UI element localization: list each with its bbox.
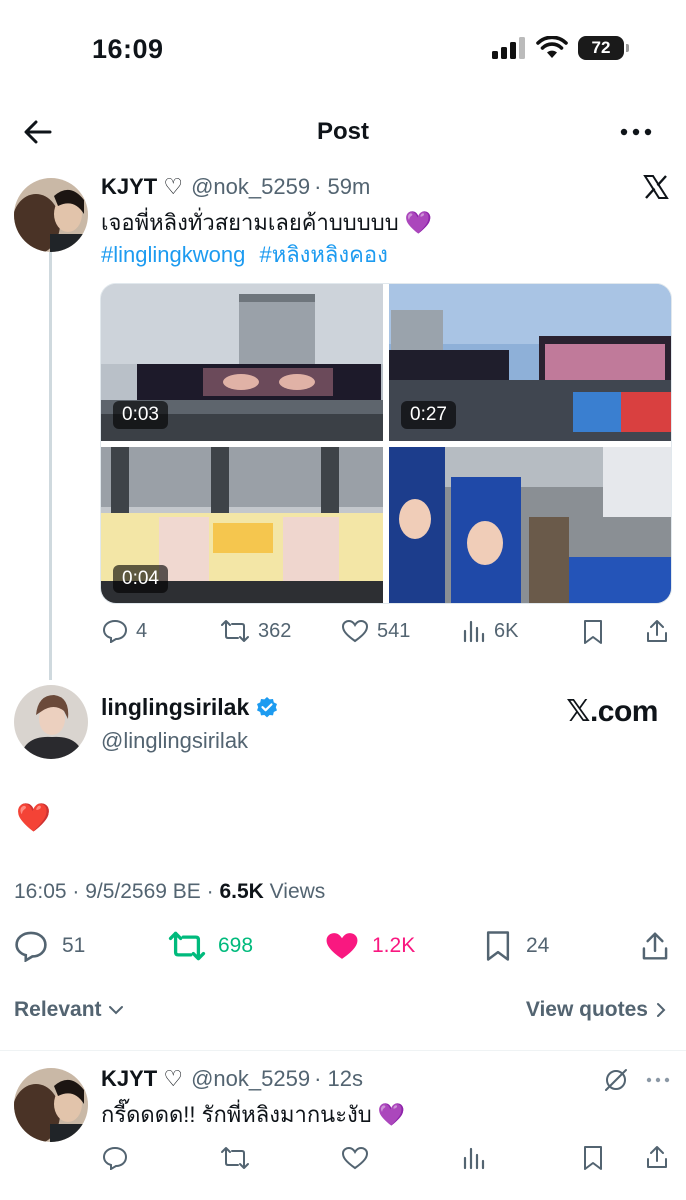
reply-button[interactable]: 4: [102, 619, 147, 643]
like-button[interactable]: 541: [341, 619, 410, 643]
more-options-icon[interactable]: [618, 120, 654, 144]
share-icon[interactable]: [645, 618, 669, 644]
page-title: Post: [316, 118, 369, 145]
status-time: 16:09: [92, 34, 164, 64]
quoted-tweet-header: KJYT ♡ @nok_5259 · 59m: [101, 174, 370, 200]
battery-icon: 72: [578, 36, 629, 60]
like-count: 1.2K: [372, 934, 416, 957]
video-thumbnail[interactable]: 0:03: [101, 284, 383, 441]
chevron-right-icon: [657, 1003, 666, 1017]
wifi-icon: [536, 36, 568, 58]
views-count: 6.5K: [219, 880, 264, 903]
avatar[interactable]: [14, 685, 88, 759]
main-post-text: ❤️: [16, 802, 51, 833]
view-quotes-label: View quotes: [525, 998, 648, 1021]
photo-thumbnail[interactable]: [389, 447, 671, 603]
signal-icon: [492, 37, 525, 59]
avatar[interactable]: [14, 1068, 88, 1142]
tweet-time: · 59m: [314, 174, 371, 199]
reply-text: กรี๊ดดดด!! รักพี่หลิงมากนะงับ 💜: [101, 1102, 406, 1127]
reply-header: KJYT ♡ @nok_5259 · 12s: [101, 1066, 363, 1092]
video-thumbnail[interactable]: 0:27: [389, 284, 671, 441]
reply-button[interactable]: 51: [14, 930, 85, 962]
hide-reply-icon[interactable]: [603, 1067, 629, 1093]
video-duration: 0:27: [401, 401, 456, 429]
media-grid: 0:03 0:27 0:04: [100, 283, 672, 604]
views-icon[interactable]: [462, 1146, 486, 1170]
views-icon: [463, 620, 485, 643]
like-count: 541: [377, 619, 411, 642]
heart-icon: [341, 619, 369, 643]
bookmark-icon: [486, 931, 510, 961]
author-name[interactable]: KJYT ♡: [101, 1066, 183, 1092]
repost-icon: [168, 931, 206, 961]
repost-count: 362: [258, 619, 292, 642]
repost-count: 698: [218, 934, 254, 957]
battery-level: 72: [591, 38, 611, 57]
x-watermark: 𝕏.com: [566, 695, 658, 728]
avatar[interactable]: [14, 178, 88, 252]
repost-button[interactable]: 362: [220, 619, 291, 643]
verified-badge-icon: [257, 696, 278, 717]
reply-icon: [15, 931, 47, 962]
hashtag-link[interactable]: #linglingkwong: [101, 242, 245, 267]
heart-icon[interactable]: [341, 1146, 369, 1170]
like-button[interactable]: 1.2K: [324, 930, 415, 962]
thread-line: [49, 252, 52, 680]
repost-icon[interactable]: [220, 1146, 250, 1170]
repost-icon: [221, 620, 249, 642]
x-logo-icon: [643, 175, 669, 199]
reply-icon: [102, 619, 128, 643]
post-metadata: 16:05 · 9/5/2569 BE · 6.5K Views: [14, 880, 325, 904]
post-timestamp: 16:05 · 9/5/2569 BE ·: [14, 880, 220, 903]
author-handle[interactable]: @nok_5259: [191, 174, 310, 200]
reply-icon[interactable]: [102, 1146, 128, 1170]
reply-count: 51: [62, 934, 86, 957]
reply-time: · 12s: [314, 1066, 363, 1091]
video-duration: 0:04: [113, 565, 168, 593]
quoted-tweet-text: เจอพี่หลิงทั่วสยามเลยค้าบบบบบ 💜: [101, 210, 433, 235]
author-handle[interactable]: @linglingsirilak: [101, 726, 248, 756]
views-button[interactable]: 6K: [462, 619, 518, 643]
view-quotes-link[interactable]: View quotes: [526, 998, 666, 1022]
sort-row: Relevant View quotes: [0, 998, 686, 1028]
video-thumbnail[interactable]: 0:04: [101, 447, 383, 603]
main-post-header: linglingsirilak: [101, 694, 279, 721]
view-count: 6K: [494, 619, 519, 642]
hashtag-row: #linglingkwong #หลิงหลิงคอง: [101, 240, 388, 270]
bookmark-button[interactable]: 24: [484, 930, 549, 962]
views-label: Views: [263, 880, 326, 903]
more-options-icon[interactable]: [646, 1075, 670, 1085]
chevron-down-icon: [108, 1006, 123, 1015]
author-handle[interactable]: @nok_5259: [191, 1066, 310, 1092]
sort-dropdown[interactable]: Relevant: [14, 998, 124, 1022]
reply-count: 4: [136, 619, 148, 642]
share-icon[interactable]: [645, 1144, 669, 1170]
sort-label: Relevant: [14, 998, 102, 1021]
bookmark-icon[interactable]: [582, 619, 604, 645]
repost-button[interactable]: 698: [168, 930, 253, 962]
share-icon[interactable]: [640, 930, 670, 962]
bookmark-icon[interactable]: [582, 1145, 604, 1171]
heart-filled-icon: [326, 933, 358, 959]
author-name[interactable]: linglingsirilak: [101, 694, 249, 721]
hashtag-link[interactable]: #หลิงหลิงคอง: [259, 242, 387, 267]
nav-header: Post: [0, 100, 686, 162]
status-bar: 16:09 72: [0, 0, 686, 100]
divider: [0, 1050, 686, 1051]
author-name[interactable]: KJYT ♡: [101, 174, 183, 200]
status-icons: 72: [492, 36, 629, 60]
video-duration: 0:03: [113, 401, 168, 429]
bookmark-count: 24: [526, 934, 550, 957]
